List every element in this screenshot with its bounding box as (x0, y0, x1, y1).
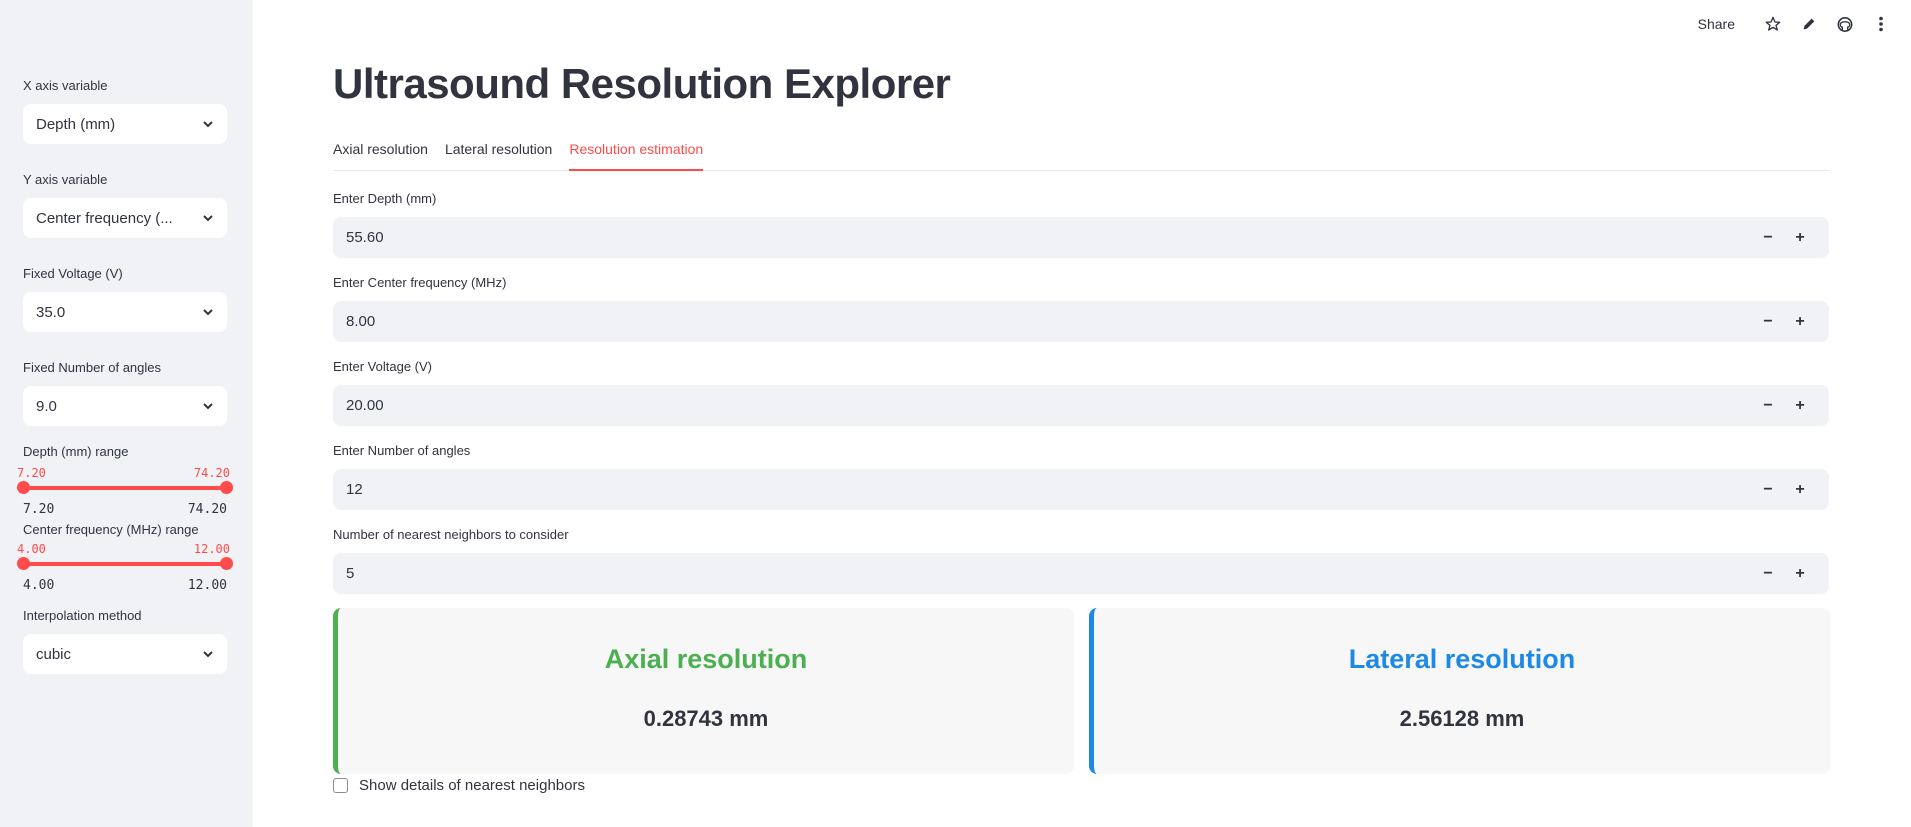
frequency-input-value[interactable]: 8.00 (346, 313, 1752, 330)
voltage-field-label: Enter Voltage (V) (333, 359, 432, 374)
fixed-angles-group: Fixed Number of angles 9.0 (23, 360, 230, 426)
freq-range-min: 4.00 (23, 578, 55, 593)
tab-axial-resolution[interactable]: Axial resolution (333, 138, 428, 171)
decrement-button[interactable]: − (1752, 229, 1784, 247)
neighbors-field: Number of nearest neighbors to consider … (333, 526, 1829, 594)
tab-bar: Axial resolution Lateral resolution Reso… (333, 138, 1829, 171)
x-axis-value: Depth (mm) (36, 115, 116, 133)
depth-range-slider[interactable]: 7.20 74.20 7.20 74.20 (17, 466, 233, 534)
y-axis-label: Y axis variable (23, 172, 108, 187)
y-axis-select[interactable]: Center frequency (... (23, 198, 227, 238)
decrement-button[interactable]: − (1752, 481, 1784, 499)
slider-track (23, 486, 227, 490)
neighbors-input-value[interactable]: 5 (346, 565, 1752, 582)
slider-thumb-low[interactable] (17, 481, 30, 494)
chevron-down-icon (203, 215, 213, 222)
fixed-voltage-label: Fixed Voltage (V) (23, 266, 123, 281)
depth-range-low-value: 7.20 (17, 466, 46, 480)
slider-thumb-high[interactable] (220, 557, 233, 570)
voltage-input[interactable]: 20.00 − + (333, 385, 1829, 426)
y-axis-group: Y axis variable Center frequency (... (23, 172, 230, 238)
depth-range-label: Depth (mm) range (23, 444, 129, 459)
lateral-resolution-value: 2.56128 mm (1399, 706, 1525, 731)
fixed-angles-label: Fixed Number of angles (23, 360, 162, 375)
show-neighbors-checkbox-row[interactable]: Show details of nearest neighbors (333, 777, 585, 794)
angles-input-value[interactable]: 12 (346, 481, 1752, 498)
freq-range-group: Center frequency (MHz) range 4.00 12.00 … (17, 522, 233, 610)
frequency-input[interactable]: 8.00 − + (333, 301, 1829, 342)
header-toolbar: Share (1698, 16, 1899, 32)
chevron-down-icon (203, 121, 213, 128)
x-axis-label: X axis variable (23, 78, 108, 93)
increment-button[interactable]: + (1784, 481, 1816, 499)
page-title: Ultrasound Resolution Explorer (333, 60, 951, 107)
neighbors-input[interactable]: 5 − + (333, 553, 1829, 594)
chevron-down-icon (203, 403, 213, 410)
decrement-button[interactable]: − (1752, 397, 1784, 415)
sidebar: X axis variable Depth (mm) Y axis variab… (0, 0, 253, 827)
lateral-resolution-title: Lateral resolution (1348, 644, 1576, 674)
show-neighbors-checkbox[interactable] (333, 778, 348, 793)
depth-field-label: Enter Depth (mm) (333, 191, 437, 206)
share-button[interactable]: Share (1698, 16, 1735, 32)
axial-resolution-title: Axial resolution (604, 644, 808, 674)
axial-resolution-value: 0.28743 mm (643, 706, 769, 731)
increment-button[interactable]: + (1784, 313, 1816, 331)
freq-range-max: 12.00 (187, 578, 227, 593)
increment-button[interactable]: + (1784, 229, 1816, 247)
edit-icon[interactable] (1801, 16, 1817, 32)
axial-resolution-card: Axial resolution 0.28743 mm (333, 608, 1074, 774)
depth-range-max: 74.20 (187, 502, 227, 517)
show-neighbors-label: Show details of nearest neighbors (359, 777, 585, 794)
interp-group: Interpolation method cubic (23, 608, 230, 674)
github-icon[interactable] (1837, 16, 1853, 32)
depth-range-high-value: 74.20 (193, 466, 230, 480)
interp-label: Interpolation method (23, 608, 142, 623)
angles-input[interactable]: 12 − + (333, 469, 1829, 510)
increment-button[interactable]: + (1784, 397, 1816, 415)
depth-range-min: 7.20 (23, 502, 55, 517)
fixed-voltage-value: 35.0 (36, 303, 66, 321)
voltage-field: Enter Voltage (V) 20.00 − + (333, 358, 1829, 426)
neighbors-field-label: Number of nearest neighbors to consider (333, 527, 569, 542)
chevron-down-icon (203, 309, 213, 316)
depth-input-value[interactable]: 55.60 (346, 229, 1752, 246)
lateral-resolution-card: Lateral resolution 2.56128 mm (1089, 608, 1830, 774)
slider-thumb-high[interactable] (220, 481, 233, 494)
more-vertical-icon[interactable] (1873, 16, 1889, 32)
freq-range-slider[interactable]: 4.00 12.00 4.00 12.00 (17, 542, 233, 610)
fixed-angles-select[interactable]: 9.0 (23, 386, 227, 426)
depth-range-group: Depth (mm) range 7.20 74.20 7.20 74.20 (17, 444, 233, 534)
frequency-field: Enter Center frequency (MHz) 8.00 − + (333, 274, 1829, 342)
decrement-button[interactable]: − (1752, 565, 1784, 583)
x-axis-select[interactable]: Depth (mm) (23, 104, 227, 144)
increment-button[interactable]: + (1784, 565, 1816, 583)
freq-range-low-value: 4.00 (17, 542, 46, 556)
x-axis-group: X axis variable Depth (mm) (23, 78, 230, 144)
y-axis-value: Center frequency (... (36, 209, 173, 227)
fixed-voltage-select[interactable]: 35.0 (23, 292, 227, 332)
frequency-field-label: Enter Center frequency (MHz) (333, 275, 507, 290)
voltage-input-value[interactable]: 20.00 (346, 397, 1752, 414)
depth-field: Enter Depth (mm) 55.60 − + (333, 190, 1829, 258)
angles-field: Enter Number of angles 12 − + (333, 442, 1829, 510)
interp-select[interactable]: cubic (23, 634, 227, 674)
freq-range-high-value: 12.00 (193, 542, 230, 556)
slider-track (23, 562, 227, 566)
angles-field-label: Enter Number of angles (333, 443, 471, 458)
fixed-angles-value: 9.0 (36, 397, 57, 415)
chevron-down-icon (203, 651, 213, 658)
decrement-button[interactable]: − (1752, 313, 1784, 331)
tab-resolution-estimation[interactable]: Resolution estimation (569, 138, 704, 171)
star-icon[interactable] (1765, 16, 1781, 32)
depth-input[interactable]: 55.60 − + (333, 217, 1829, 258)
interp-value: cubic (36, 645, 72, 663)
tab-lateral-resolution[interactable]: Lateral resolution (445, 138, 552, 171)
fixed-voltage-group: Fixed Voltage (V) 35.0 (23, 266, 230, 332)
slider-thumb-low[interactable] (17, 557, 30, 570)
